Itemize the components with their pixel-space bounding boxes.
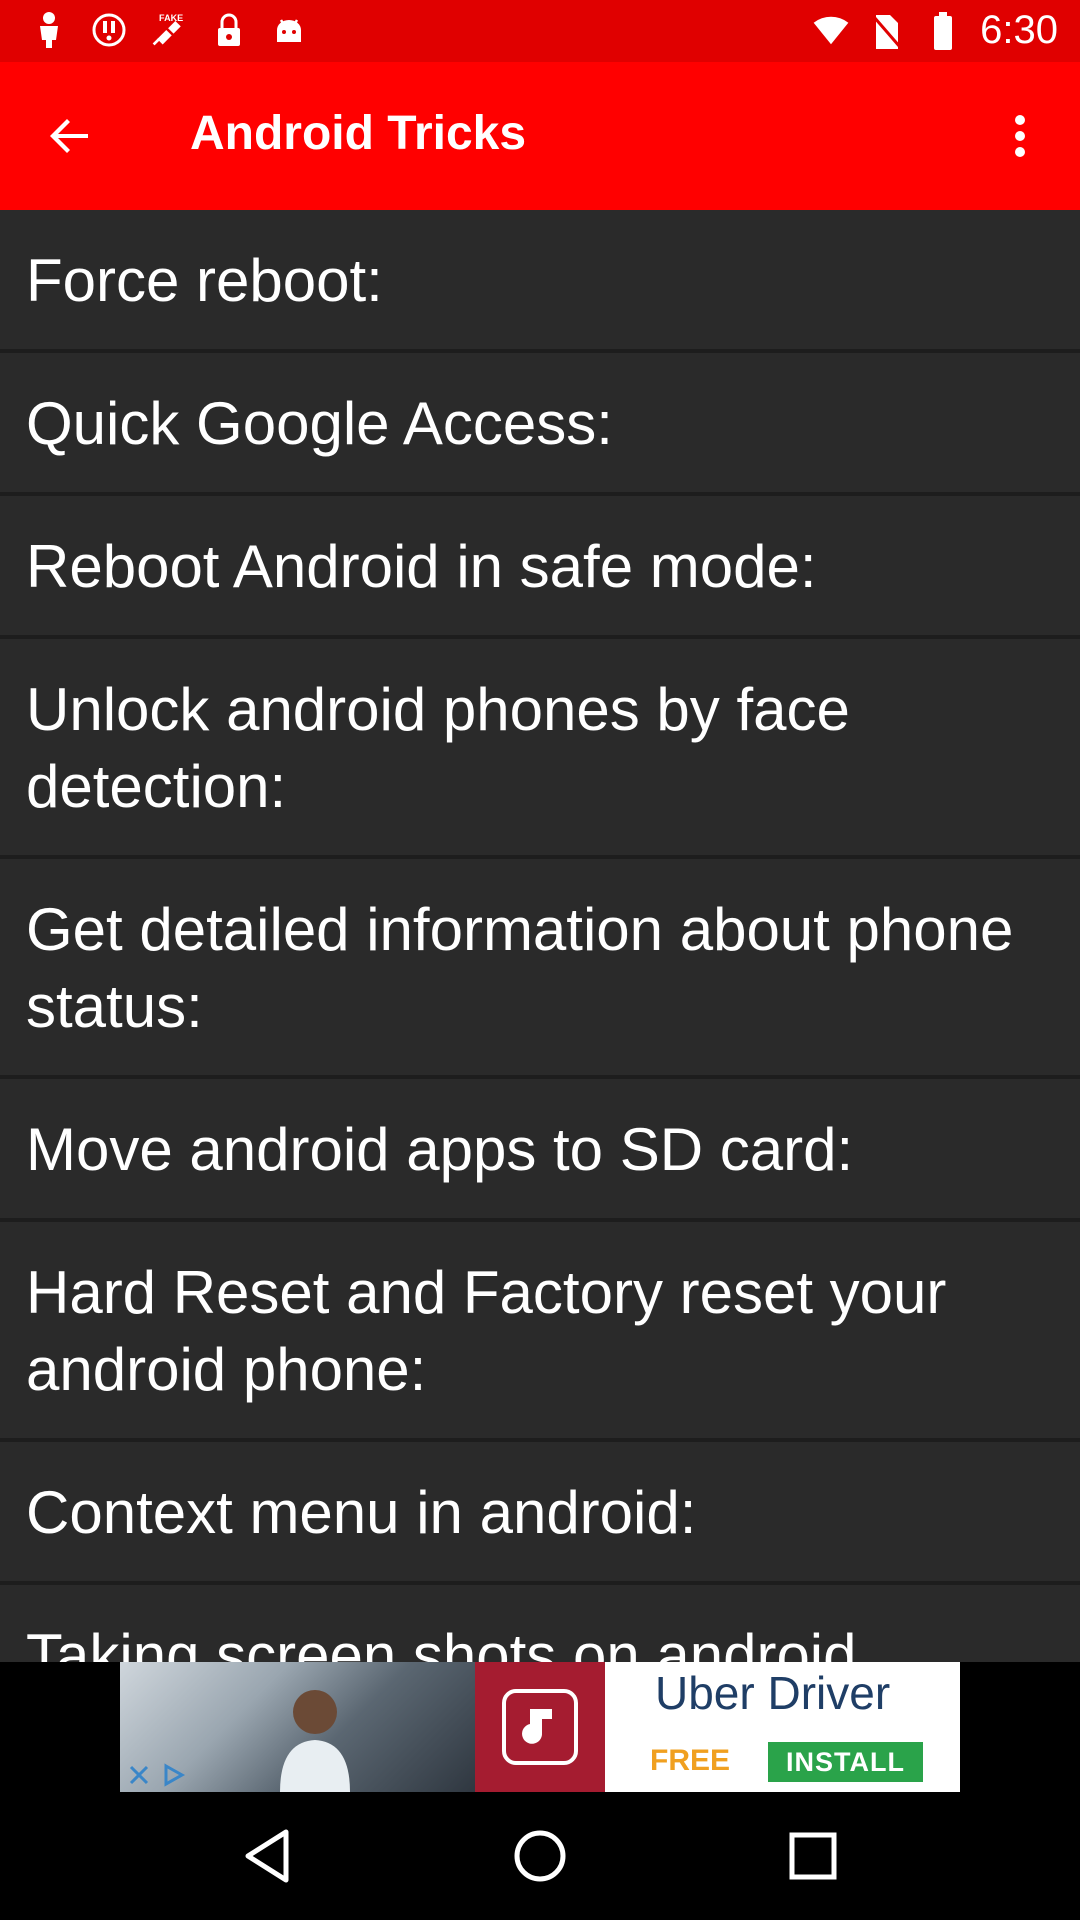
arrow-back-icon[interactable] <box>40 106 100 166</box>
list-item[interactable]: Context menu in android: <box>0 1442 1080 1585</box>
back-triangle-icon[interactable] <box>227 1816 307 1896</box>
list-item[interactable]: Reboot Android in safe mode: <box>0 496 1080 639</box>
list-item[interactable]: Unlock android phones by face detection: <box>0 639 1080 859</box>
svg-text:FAKE: FAKE <box>159 13 183 23</box>
tricks-list[interactable]: Force reboot: Quick Google Access: Reboo… <box>0 210 1080 1662</box>
ad-headline: Uber Driver <box>655 1667 891 1719</box>
list-item[interactable]: Move android apps to SD card: <box>0 1079 1080 1222</box>
list-item[interactable]: Quick Google Access: <box>0 353 1080 496</box>
ad-person-image <box>280 1690 350 1792</box>
more-vert-icon[interactable] <box>990 106 1050 166</box>
ad-choices-icon[interactable] <box>160 1762 186 1788</box>
alert-icon <box>90 10 128 50</box>
status-time: 6:30 <box>980 8 1058 52</box>
nav-bar <box>0 1792 1080 1920</box>
ad-close-icon[interactable] <box>126 1762 152 1788</box>
ad-photo <box>120 1662 475 1792</box>
fake-gps-icon: FAKE <box>150 10 188 50</box>
page-title: Android Tricks <box>190 107 527 160</box>
notification-icon <box>30 10 68 50</box>
status-right: 6:30 <box>812 8 1058 53</box>
app-bar: Android Tricks <box>0 62 1080 210</box>
list-item[interactable]: Taking screen shots on android <box>0 1585 1080 1662</box>
recents-square-icon[interactable] <box>773 1816 853 1896</box>
wifi-icon <box>812 11 850 51</box>
status-bar: FAKE 6:30 <box>0 0 1080 62</box>
list-item[interactable]: Hard Reset and Factory reset your androi… <box>0 1222 1080 1442</box>
no-sim-icon <box>868 11 906 51</box>
status-left-icons: FAKE <box>30 10 308 50</box>
ad-banner[interactable]: Uber Driver FREE INSTALL <box>120 1662 960 1792</box>
ad-free-label: FREE <box>650 1744 731 1777</box>
list-item[interactable]: Force reboot: <box>0 210 1080 353</box>
battery-icon <box>924 11 962 51</box>
home-circle-icon[interactable] <box>500 1816 580 1896</box>
ad-install-button[interactable]: INSTALL <box>768 1742 923 1782</box>
list-item[interactable]: Get detailed information about phone sta… <box>0 859 1080 1079</box>
lock-icon <box>210 10 248 50</box>
uber-logo-icon <box>475 1662 605 1792</box>
android-icon <box>270 10 308 50</box>
